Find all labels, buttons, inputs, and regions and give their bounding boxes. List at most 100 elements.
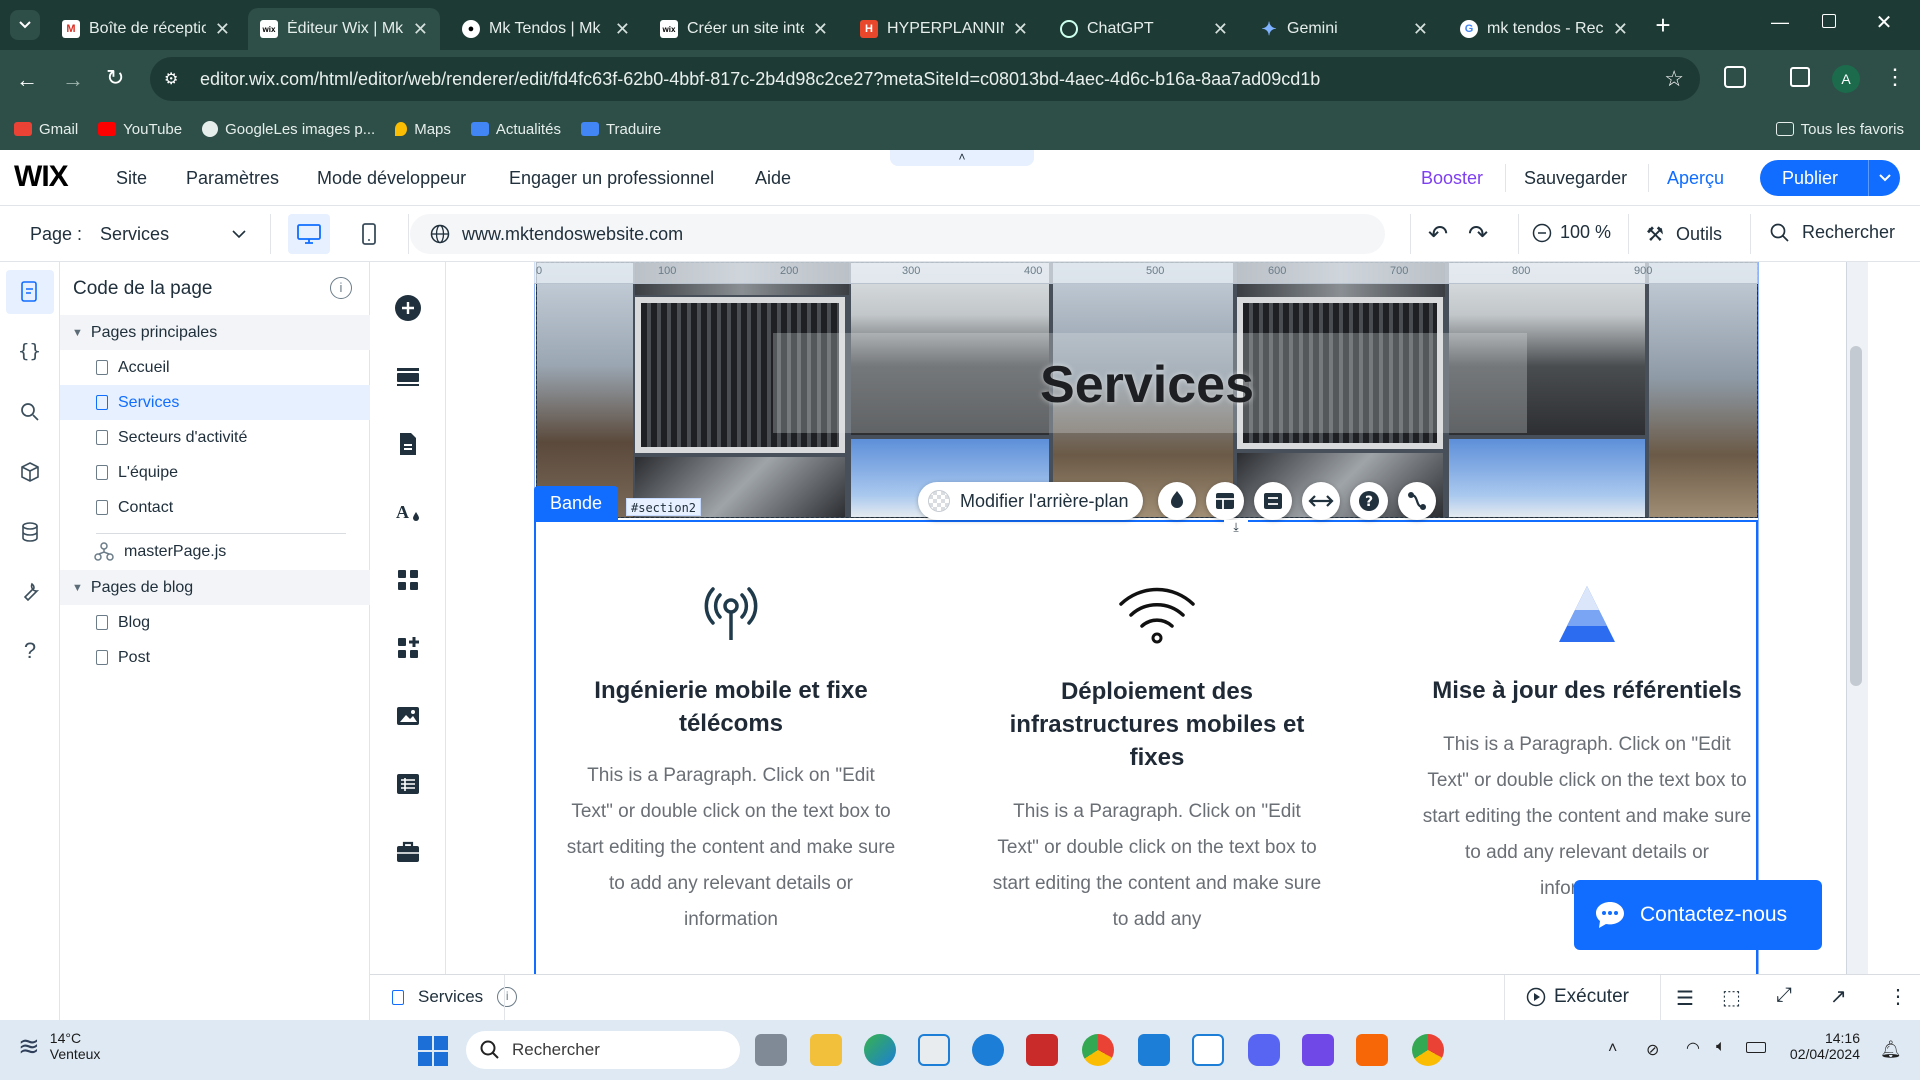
- vscode-icon[interactable]: [1138, 1034, 1170, 1066]
- side-panel-icon[interactable]: [1790, 67, 1810, 87]
- forward-icon[interactable]: →: [62, 67, 84, 93]
- service-card[interactable]: Déploiement des infrastructures mobiles …: [992, 584, 1322, 938]
- store-icon[interactable]: [918, 1034, 950, 1066]
- save-button[interactable]: Sauvegarder: [1524, 168, 1627, 189]
- card-title[interactable]: Ingénierie mobile et fixe télécoms: [566, 674, 896, 740]
- browser-tab[interactable]: G mk tendos - Rech ✕: [1448, 8, 1640, 50]
- page-item-post[interactable]: Post: [60, 640, 370, 675]
- hero-title[interactable]: Services: [867, 355, 1427, 415]
- wifi-tray-icon[interactable]: ◠: [1686, 1038, 1700, 1058]
- layout-button[interactable]: [1206, 482, 1244, 520]
- change-background-button[interactable]: Modifier l'arrière-plan: [918, 482, 1143, 520]
- bookmark[interactable]: YouTube: [98, 121, 182, 138]
- network-off-icon[interactable]: ⊘: [1646, 1040, 1659, 1060]
- notification-bell-icon[interactable]: 🔔︎: [1880, 1040, 1902, 1060]
- publish-button[interactable]: Publier: [1760, 160, 1900, 196]
- tab-search-button[interactable]: [10, 10, 40, 40]
- close-icon[interactable]: ✕: [1613, 19, 1628, 40]
- browser-tab[interactable]: ChatGPT ✕: [1048, 8, 1240, 50]
- clock[interactable]: 14:16 02/04/2024: [1788, 1030, 1860, 1062]
- card-paragraph[interactable]: This is a Paragraph. Click on "Edit Text…: [992, 794, 1322, 938]
- menu-hire-pro[interactable]: Engager un professionnel: [509, 168, 714, 189]
- card-title[interactable]: Mise à jour des référentiels: [1422, 674, 1752, 707]
- wrench-icon[interactable]: [18, 580, 42, 604]
- database-icon[interactable]: [18, 520, 42, 544]
- expand-icon[interactable]: ⤢: [1776, 984, 1792, 1007]
- run-button[interactable]: Exécuter: [1526, 986, 1629, 1008]
- reload-icon[interactable]: ↻: [106, 65, 124, 91]
- url-text[interactable]: editor.wix.com/html/editor/web/renderer/…: [200, 69, 1320, 90]
- volume-icon[interactable]: 🔈︎: [1716, 1038, 1726, 1056]
- browser-tab[interactable]: wix Créer un site inte ✕: [648, 8, 840, 50]
- file-explorer-icon[interactable]: [810, 1034, 842, 1066]
- page-item-accueil[interactable]: Accueil: [60, 350, 370, 385]
- undo-icon[interactable]: ↶: [1428, 220, 1448, 249]
- close-icon[interactable]: ✕: [413, 19, 428, 40]
- mobile-view-button[interactable]: [348, 214, 390, 254]
- menu-help[interactable]: Aide: [755, 168, 791, 189]
- booster-button[interactable]: Booster: [1421, 168, 1483, 189]
- task-view-icon[interactable]: [755, 1034, 787, 1066]
- xampp-icon[interactable]: [1356, 1034, 1388, 1066]
- browser-tab[interactable]: ✦ Gemini ✕: [1248, 8, 1440, 50]
- preview-button[interactable]: Aperçu: [1667, 168, 1724, 189]
- contact-us-button[interactable]: Contactez-nous: [1574, 880, 1822, 950]
- blog-pages-header[interactable]: ▼ Pages de blog: [60, 570, 370, 605]
- battery-icon[interactable]: [1746, 1042, 1766, 1053]
- canvas-scrollbar[interactable]: [1850, 346, 1862, 686]
- info-icon[interactable]: i: [497, 987, 518, 1007]
- apps-icon[interactable]: [394, 566, 422, 594]
- help-icon[interactable]: ?: [18, 638, 42, 663]
- page-item-services[interactable]: Services: [60, 385, 370, 420]
- page-selector[interactable]: Page : Services: [30, 222, 246, 246]
- back-icon[interactable]: ←: [16, 67, 38, 93]
- hero-section[interactable]: Services: [536, 262, 1758, 518]
- design-icon[interactable]: A: [394, 498, 422, 526]
- search-button[interactable]: Rechercher: [1770, 222, 1895, 243]
- discord-icon[interactable]: [1248, 1034, 1280, 1066]
- search-icon[interactable]: [18, 400, 42, 424]
- menu-dev-mode[interactable]: Mode développeur: [317, 168, 466, 189]
- start-button[interactable]: [418, 1036, 448, 1066]
- close-icon[interactable]: ✕: [1013, 19, 1028, 40]
- close-icon[interactable]: ✕: [615, 19, 630, 40]
- close-icon[interactable]: ✕: [1413, 19, 1428, 40]
- page-item-blog[interactable]: Blog: [60, 605, 370, 640]
- bookmark[interactable]: Actualités: [470, 121, 561, 138]
- chrome-icon[interactable]: [1082, 1034, 1114, 1066]
- close-window-button[interactable]: ✕: [1872, 10, 1896, 34]
- section-design-button[interactable]: [1254, 482, 1292, 520]
- extensions-icon[interactable]: [1724, 66, 1746, 88]
- all-bookmarks[interactable]: Tous les favoris: [1775, 121, 1904, 138]
- site-settings-icon[interactable]: ⚙: [164, 69, 188, 89]
- format-icon[interactable]: ☰: [1676, 986, 1694, 1011]
- more-icon[interactable]: ⋮: [1888, 984, 1908, 1009]
- page-item-contact[interactable]: Contact: [60, 490, 370, 525]
- desktop-view-button[interactable]: [288, 214, 330, 254]
- close-icon[interactable]: ✕: [813, 19, 828, 40]
- connect-button[interactable]: [1398, 482, 1436, 520]
- card-title[interactable]: Déploiement des infrastructures mobiles …: [992, 675, 1322, 774]
- chrome-profile-icon[interactable]: [1412, 1034, 1444, 1066]
- profile-avatar[interactable]: A: [1832, 65, 1860, 93]
- weather-widget[interactable]: ≋ 14°C Venteux: [18, 1030, 100, 1062]
- star-icon[interactable]: ☆: [1664, 66, 1684, 92]
- braces-icon[interactable]: {}: [18, 340, 42, 364]
- bookmark[interactable]: Maps: [395, 121, 451, 138]
- edge-icon[interactable]: [864, 1034, 896, 1066]
- bookmark[interactable]: GoogleLes images p...: [202, 121, 375, 138]
- page-item-secteurs[interactable]: Secteurs d'activité: [60, 420, 370, 455]
- popout-icon[interactable]: ↗: [1830, 984, 1847, 1009]
- publish-dropdown[interactable]: [1868, 160, 1900, 196]
- new-tab-button[interactable]: +: [1648, 10, 1678, 40]
- info-icon[interactable]: i: [330, 277, 352, 299]
- menu-settings[interactable]: Paramètres: [186, 168, 279, 189]
- service-card[interactable]: Ingénierie mobile et fixe télécoms This …: [566, 584, 896, 938]
- minimize-button[interactable]: —: [1768, 12, 1792, 36]
- package-icon[interactable]: [18, 460, 42, 484]
- sections-icon[interactable]: [394, 362, 422, 390]
- zoom-control[interactable]: 100 %: [1532, 222, 1611, 243]
- mcafee-icon[interactable]: [1026, 1034, 1058, 1066]
- help-app-icon[interactable]: [972, 1034, 1004, 1066]
- bookmark[interactable]: Traduire: [580, 121, 661, 138]
